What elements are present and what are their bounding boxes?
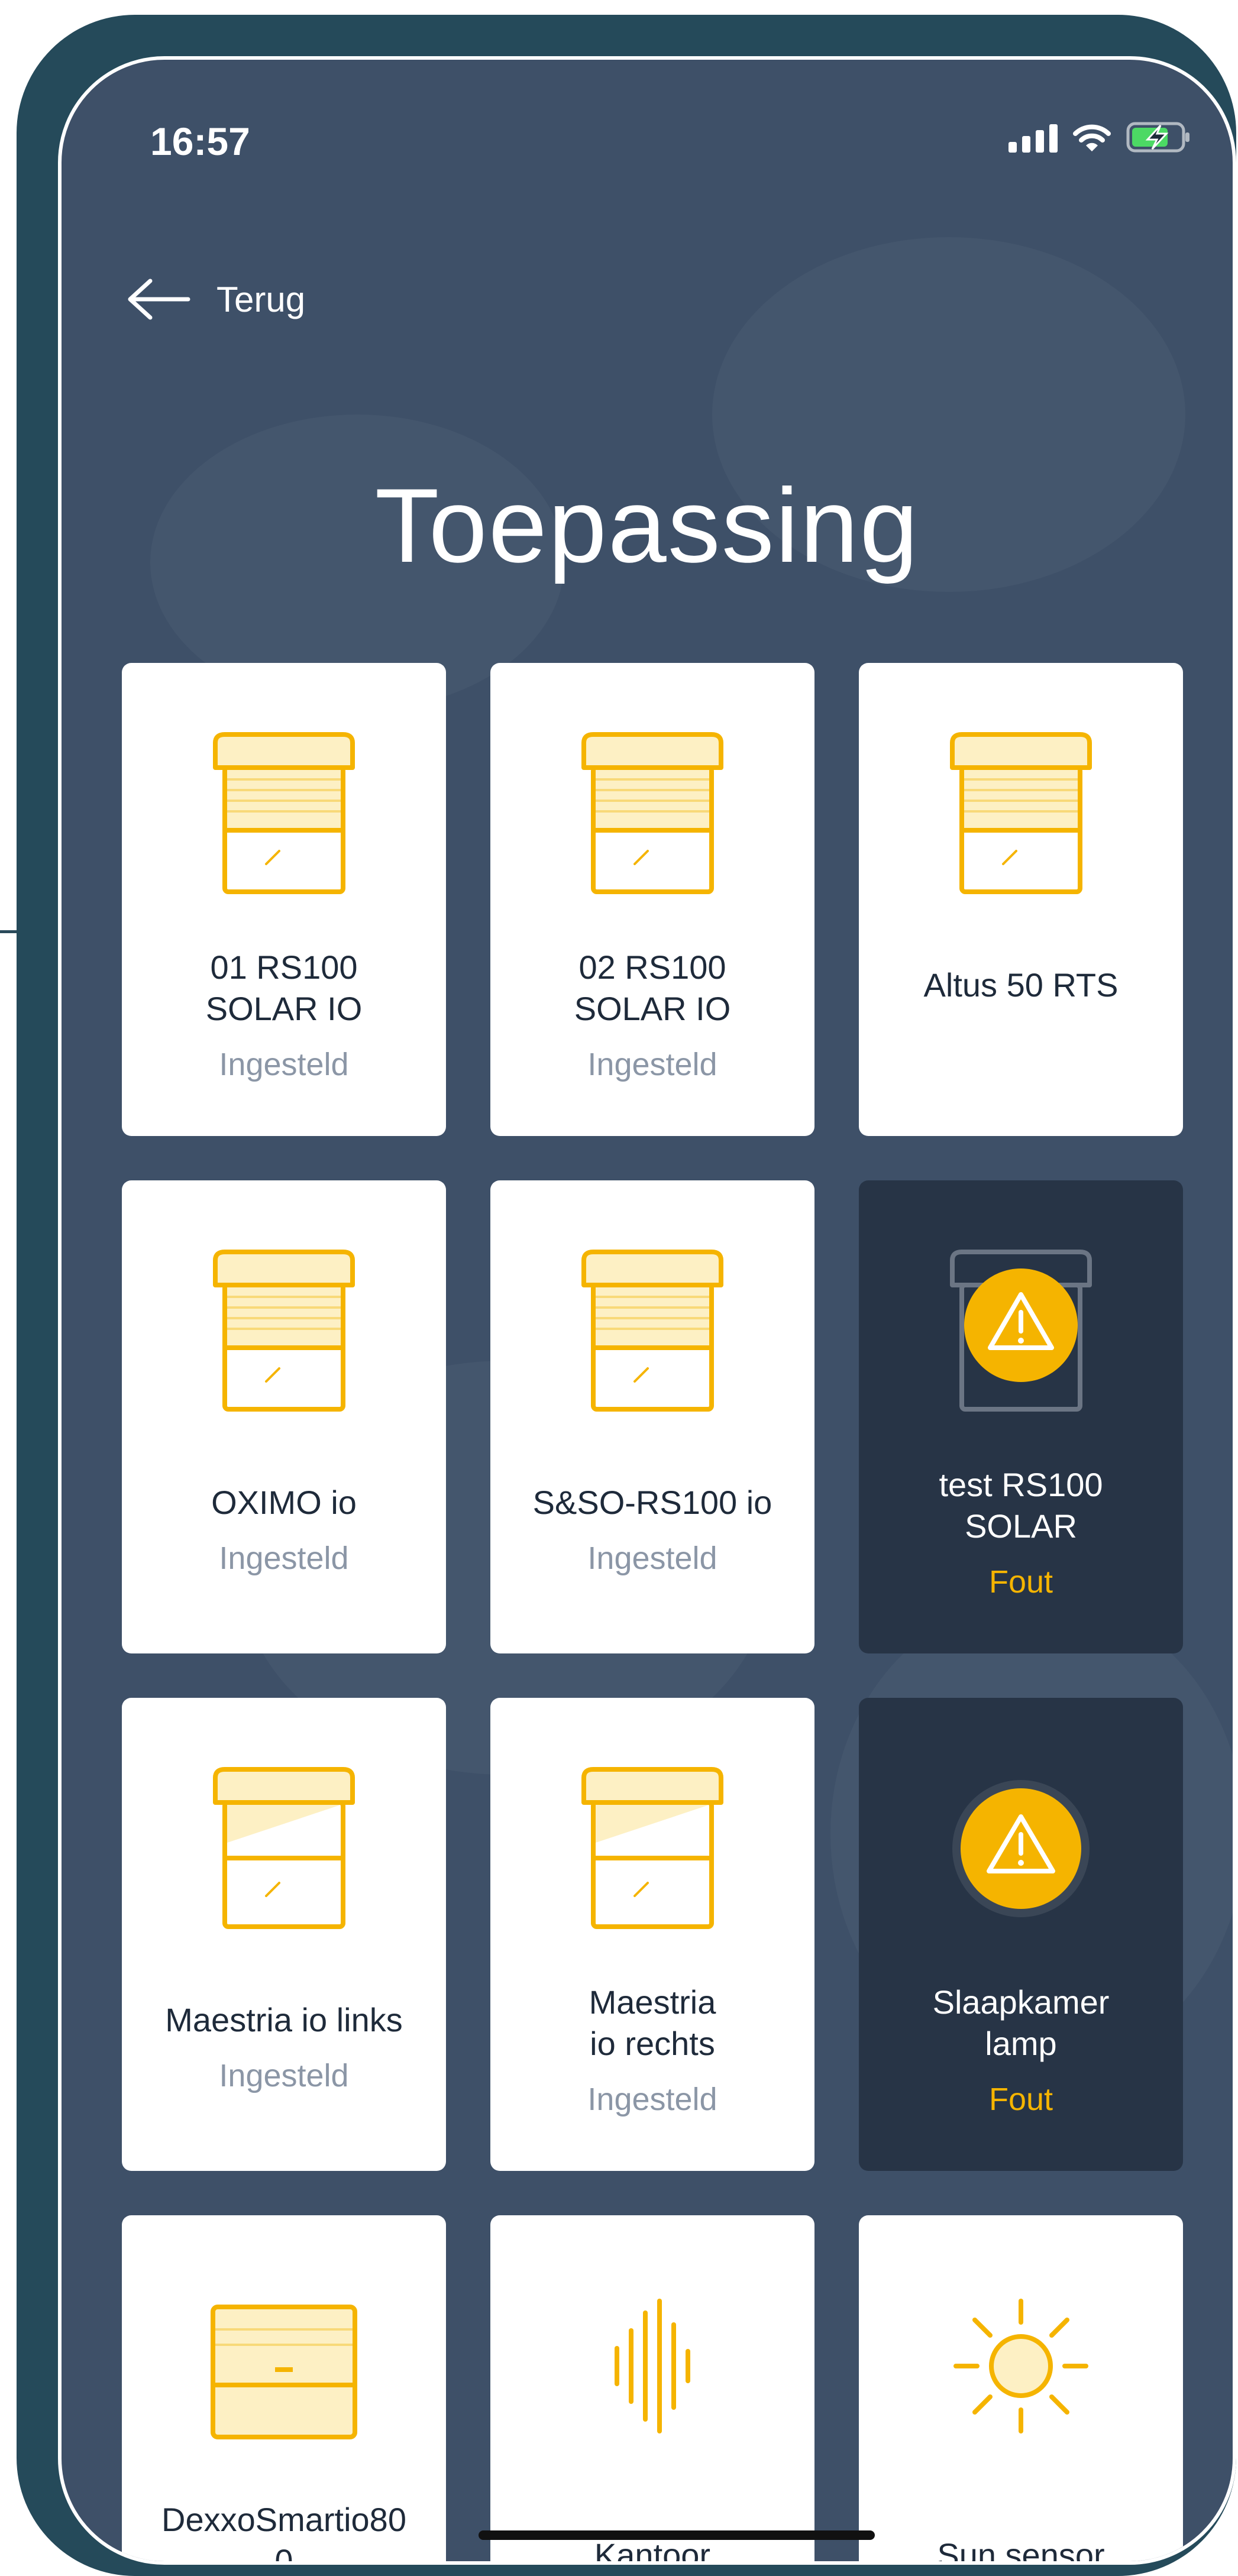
device-tile[interactable]: Kantoor: [490, 2215, 814, 2561]
device-tile[interactable]: Altus 50 RTS: [859, 663, 1183, 1136]
arrow-left-icon: [128, 279, 190, 320]
roller-shutter-icon: [567, 728, 738, 899]
status-bar: 16:57: [62, 60, 1233, 190]
blind-icon: [198, 1763, 370, 1934]
device-name: Altus 50 RTS: [923, 966, 1119, 1004]
device-status: Ingesteld: [587, 2082, 717, 2117]
status-time: 16:57: [150, 119, 250, 163]
back-button[interactable]: Terug: [127, 279, 305, 320]
device-name: S&SO-RS100 io: [532, 1484, 772, 1521]
phone-frame: 16:57 Terug Toepassing 01 RS100 SOLAR IO…: [17, 15, 1236, 2576]
device-name: DexxoSmartio80 0: [161, 2501, 406, 2565]
device-status: Ingesteld: [219, 1047, 349, 1082]
device-name: test RS100 SOLAR: [939, 1466, 1103, 1545]
signal-bars-icon: [1008, 123, 1058, 153]
device-tile[interactable]: OXIMO io Ingesteld: [122, 1180, 446, 1653]
device-tile-error[interactable]: test RS100 SOLAR Fout: [859, 1180, 1183, 1653]
blind-icon: [567, 1763, 738, 1934]
roller-shutter-icon: [567, 1245, 738, 1417]
warning-icon: [935, 1245, 1107, 1417]
device-status: Ingesteld: [587, 1541, 717, 1576]
device-name: Sun sensor: [937, 2536, 1105, 2565]
device-name: 02 RS100 SOLAR IO: [574, 949, 731, 1027]
page-title: Toepassing: [374, 467, 920, 584]
device-tile-error[interactable]: Slaapkamer lamp Fout: [859, 1698, 1183, 2171]
battery-charging-icon: [1126, 122, 1189, 153]
device-grid: 01 RS100 SOLAR IO Ingesteld 02 RS100 SOL…: [122, 663, 1183, 2565]
device-status: Ingesteld: [219, 1541, 349, 1576]
home-indicator: [479, 2530, 875, 2540]
status-icons: [1008, 122, 1191, 153]
device-name: Slaapkamer lamp: [932, 1983, 1110, 2062]
device-tile[interactable]: DexxoSmartio80 0: [122, 2215, 446, 2565]
roller-shutter-icon: [935, 728, 1107, 899]
back-label: Terug: [216, 279, 306, 319]
device-tile[interactable]: Sun sensor: [859, 2215, 1183, 2565]
device-tile[interactable]: Maestria io rechts Ingesteld: [490, 1698, 814, 2171]
device-name: OXIMO io: [211, 1484, 357, 1521]
device-status: Ingesteld: [219, 2058, 349, 2093]
side-line: [0, 930, 18, 933]
device-name: Maestria io rechts: [589, 1983, 716, 2062]
device-tile[interactable]: Maestria io links Ingesteld: [122, 1698, 446, 2171]
sun-icon: [935, 2280, 1107, 2452]
garage-door-icon: [198, 2280, 370, 2452]
warning-icon: [935, 1763, 1107, 1934]
roller-shutter-icon: [198, 1245, 370, 1417]
device-status: Fout: [988, 2082, 1053, 2117]
device-tile[interactable]: S&SO-RS100 io Ingesteld: [490, 1180, 814, 1653]
app-screen: 16:57 Terug Toepassing 01 RS100 SOLAR IO…: [58, 56, 1236, 2565]
device-tile[interactable]: 01 RS100 SOLAR IO Ingesteld: [122, 663, 446, 1136]
device-tile[interactable]: 02 RS100 SOLAR IO Ingesteld: [490, 663, 814, 1136]
sound-wave-icon: [567, 2280, 738, 2452]
wifi-icon: [1073, 124, 1111, 151]
device-status: Ingesteld: [587, 1047, 717, 1082]
device-status: Fout: [988, 1564, 1053, 1600]
device-name: 01 RS100 SOLAR IO: [205, 949, 363, 1027]
roller-shutter-icon: [198, 728, 370, 899]
device-name: Maestria io links: [165, 2001, 403, 2038]
